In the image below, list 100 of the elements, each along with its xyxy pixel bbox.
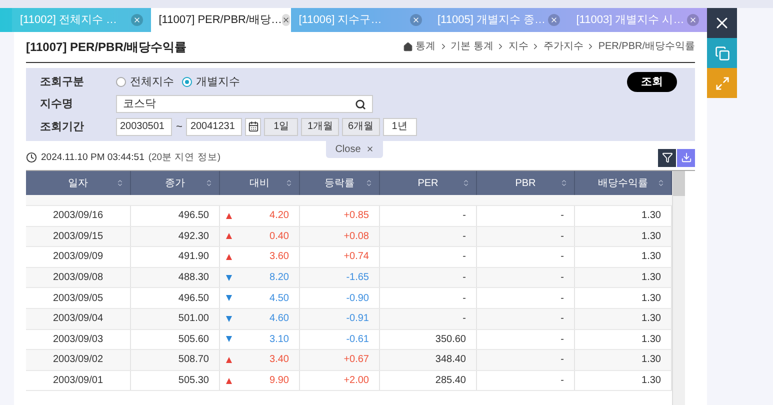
table-cell: 2003/09/08 <box>26 268 131 288</box>
table-cell: 496.50 <box>131 288 220 308</box>
sort-icon[interactable] <box>285 179 293 187</box>
home-icon[interactable] <box>402 42 413 52</box>
table-cell: 4.50 <box>220 288 300 308</box>
close-button[interactable] <box>707 8 737 38</box>
table-cell: 2003/09/16 <box>26 206 131 226</box>
table-cell: - <box>380 308 477 329</box>
table-cell: 2003/09/15 <box>26 226 131 246</box>
sort-icon[interactable] <box>560 179 568 187</box>
table-cell: 348.40 <box>380 350 477 370</box>
close-icon[interactable] <box>282 14 290 26</box>
expand-icon <box>714 76 730 90</box>
close-icon[interactable] <box>410 14 422 26</box>
end-date-field[interactable]: 20041231 <box>186 118 242 136</box>
period-button[interactable]: 6개월 <box>342 118 380 136</box>
table-cell: 3.60 <box>220 247 300 267</box>
tab-label: [11006] 지수구… <box>298 12 382 28</box>
tab-label: [11003] 개별지수 시… <box>576 12 684 28</box>
table-cell: 2003/09/01 <box>26 370 131 390</box>
table-cell: - <box>477 288 575 308</box>
table-cell: 3.40 <box>220 350 300 370</box>
tab[interactable]: [11007] PER/PBR/배당… <box>150 8 291 32</box>
close-icon[interactable] <box>548 14 560 26</box>
period-button[interactable]: 1개월 <box>301 118 339 136</box>
filter-button[interactable] <box>658 148 676 167</box>
download-icon <box>680 152 692 164</box>
table-cell: - <box>380 206 477 226</box>
calendar-icon[interactable] <box>245 118 262 136</box>
timestamp: 2024.11.10 PM 03:44:51 <box>41 150 144 165</box>
table-cell: - <box>477 350 575 370</box>
breadcrumb-link[interactable]: 주가지수 <box>543 39 584 54</box>
table-cell: 4.20 <box>220 206 300 226</box>
table-cell: +2.00 <box>300 370 380 390</box>
table-cell: 488.30 <box>131 268 220 288</box>
table-cell: -0.61 <box>300 330 380 350</box>
table-cell: - <box>477 226 575 246</box>
table-cell: +0.85 <box>300 206 380 226</box>
close-icon[interactable] <box>130 14 143 26</box>
start-date-field[interactable]: 20030501 <box>116 118 172 136</box>
expand-button[interactable] <box>707 68 737 98</box>
table-cell: 492.30 <box>131 226 220 246</box>
table-cell: - <box>380 226 477 246</box>
sort-icon[interactable] <box>657 179 665 187</box>
index-name-field[interactable]: 코스닥 <box>116 95 373 114</box>
delay-note: (20분 지연 정보) <box>148 150 221 165</box>
table-cell: 491.90 <box>131 247 220 267</box>
tab-label: [11002] 전체지수 … <box>20 12 117 28</box>
breadcrumb-link[interactable]: 통계 <box>416 39 436 54</box>
copy-icon <box>714 46 730 60</box>
clock-icon <box>26 152 37 164</box>
table-cell: 2003/09/05 <box>26 288 131 308</box>
sort-icon[interactable] <box>116 179 124 187</box>
period-button[interactable]: 1일 <box>264 118 298 136</box>
table-cell: 4.60 <box>220 308 300 329</box>
table-cell: 2003/09/03 <box>26 330 131 350</box>
tab-label: [11007] PER/PBR/배당… <box>158 12 282 28</box>
field-label: 지수명 <box>40 97 74 112</box>
table-cell: - <box>477 370 575 390</box>
field-label: 조회기간 <box>40 120 85 135</box>
table-cell: +0.67 <box>300 350 380 370</box>
table-cell: 508.70 <box>131 350 220 370</box>
period-button[interactable]: 1년 <box>382 118 417 136</box>
table-cell: 350.60 <box>380 330 477 350</box>
table-cell: 8.20 <box>220 268 300 288</box>
breadcrumb-link[interactable]: 기본 통계 <box>450 39 494 54</box>
table-cell: 9.90 <box>220 370 300 390</box>
table-cell: - <box>477 268 575 288</box>
table-cell: - <box>380 288 477 308</box>
breadcrumb-link[interactable]: 지수 <box>508 39 528 54</box>
table-cell: - <box>477 308 575 329</box>
table-cell: 0.40 <box>220 226 300 246</box>
table-cell: - <box>380 247 477 267</box>
sort-icon[interactable] <box>462 179 470 187</box>
sort-icon[interactable] <box>205 179 213 187</box>
radio-option[interactable]: 개별지수 <box>182 74 240 90</box>
breadcrumb-link[interactable]: PER/PBR/배당수익률 <box>598 39 695 54</box>
table-cell: - <box>380 268 477 288</box>
close-panel-button[interactable]: Close <box>326 140 383 158</box>
search-button[interactable]: 조회 <box>627 72 677 92</box>
table-cell: +0.08 <box>300 226 380 246</box>
search-icon[interactable] <box>355 98 366 110</box>
page-title: [11007] PER/PBR/배당수익률 <box>26 38 187 56</box>
filter-icon <box>662 152 672 164</box>
table-cell: 496.50 <box>131 206 220 226</box>
table-cell: 2003/09/09 <box>26 247 131 267</box>
close-icon[interactable] <box>687 14 699 26</box>
table-cell: -1.65 <box>300 268 380 288</box>
table-cell: 2003/09/02 <box>26 350 131 370</box>
tab-label: [11005] 개별지수 종… <box>438 12 546 28</box>
table-cell: 505.60 <box>131 330 220 350</box>
table-cell: -0.91 <box>300 308 380 329</box>
close-icon <box>366 145 374 154</box>
date-separator: ~ <box>175 120 184 135</box>
table-cell: - <box>477 330 575 350</box>
table-cell: 2003/09/04 <box>26 308 131 329</box>
radio-option[interactable]: 전체지수 <box>116 74 174 90</box>
table-cell: 501.00 <box>131 308 220 329</box>
sort-icon[interactable] <box>365 179 373 187</box>
field-label: 조회구분 <box>40 74 85 90</box>
